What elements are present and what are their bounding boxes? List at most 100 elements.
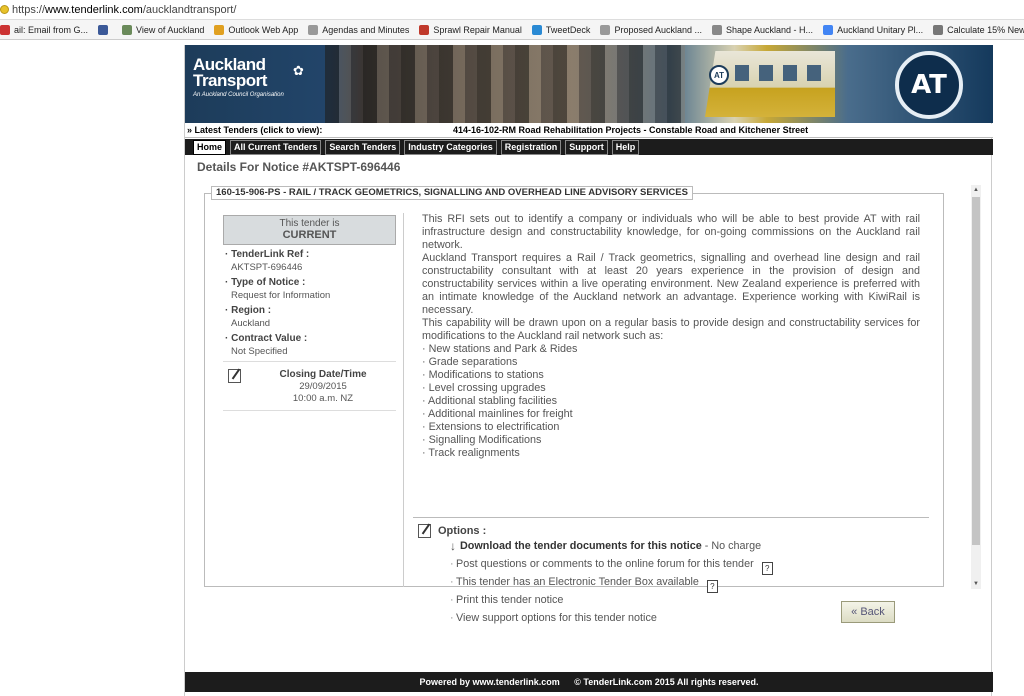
address-bar[interactable]: https://www.tenderlink.com/aucklandtrans…: [0, 0, 1024, 20]
options-divider: [413, 517, 929, 518]
list-item: · Additional stabling facilities: [422, 395, 558, 407]
bookmark-item[interactable]: Outlook Web App: [214, 24, 299, 35]
list-item: · Grade separations: [422, 356, 518, 368]
region-value: Auckland: [231, 318, 271, 329]
tab-industry-categories[interactable]: Industry Categories: [404, 139, 497, 155]
bookmark-label: Auckland Unitary Pl...: [837, 24, 924, 35]
description-paragraph: This RFI sets out to identify a company …: [422, 213, 920, 251]
page-margin: [0, 41, 184, 696]
tab-all-current-tenders[interactable]: All Current Tenders: [230, 139, 322, 155]
document-icon[interactable]: ?: [761, 562, 773, 575]
tab-help[interactable]: Help: [611, 139, 640, 155]
bullet: ·: [450, 594, 454, 606]
bookmark-item[interactable]: Auckland Unitary Pl...: [823, 24, 924, 35]
notice-type: · Type of Notice : Request for Informati…: [223, 277, 398, 301]
support-options-text[interactable]: View support options for this tender not…: [456, 612, 657, 624]
download-documents-link[interactable]: ↓ Download the tender documents for this…: [416, 539, 926, 557]
list-item: · Signalling Modifications: [422, 434, 542, 446]
closing-date-value: 29/09/2015: [299, 381, 347, 392]
forum-link-text[interactable]: Post questions or comments to the online…: [456, 558, 754, 570]
outlook-icon: [214, 24, 225, 35]
bookmark-item[interactable]: View of Auckland: [122, 24, 204, 35]
status-line2: CURRENT: [282, 229, 337, 241]
status-line1: This tender is: [279, 218, 340, 229]
download-link-text[interactable]: Download the tender documents for this n…: [460, 540, 702, 552]
train-window: [735, 65, 749, 81]
train-window: [807, 65, 821, 81]
at-badge-text: AT: [911, 70, 947, 100]
bookmark-item[interactable]: Shape Auckland - H...: [712, 24, 813, 35]
list-item: · Track realignments: [422, 447, 520, 459]
tab-registration[interactable]: Registration: [500, 139, 562, 155]
bookmark-item[interactable]: [98, 24, 112, 35]
scroll-down-icon[interactable]: ▼: [971, 579, 981, 589]
tender-box-link[interactable]: · This tender has an Electronic Tender B…: [416, 575, 926, 593]
list-item: · Level crossing upgrades: [422, 382, 546, 394]
bookmark-item[interactable]: Sprawl Repair Manual: [419, 24, 522, 35]
back-button[interactable]: « Back: [841, 601, 895, 623]
logo-tagline: An Auckland Council Organisation: [193, 92, 284, 98]
header-banner: AT Auckland Transport An Auckland Counci…: [185, 45, 993, 123]
contract-value-label: · Contract Value :: [225, 333, 308, 344]
notepad-icon: [228, 369, 241, 383]
page-icon: [308, 24, 319, 35]
tab-home[interactable]: Home: [193, 139, 227, 155]
bookmark-item[interactable]: ail: Email from G...: [0, 24, 89, 35]
train-window: [783, 65, 797, 81]
footer-powered-by[interactable]: Powered by www.tenderlink.com: [420, 677, 560, 687]
url-text[interactable]: https://www.tenderlink.com/aucklandtrans…: [12, 4, 236, 16]
notepad-icon: [418, 524, 431, 538]
facebook-icon: [98, 24, 109, 35]
tender-description: This RFI sets out to identify a company …: [422, 213, 920, 460]
bookmark-item[interactable]: Calculate 15% New ...: [933, 24, 1024, 35]
auckland-transport-logo[interactable]: Auckland Transport An Auckland Council O…: [193, 56, 323, 107]
tab-support[interactable]: Support: [565, 139, 608, 155]
banner-train-image: [705, 51, 835, 117]
lock-icon: [0, 5, 9, 14]
at-mini-logo: AT: [709, 65, 729, 85]
region: · Region : Auckland: [223, 305, 398, 329]
panel-scrollbar[interactable]: ▲ ▼: [971, 185, 981, 589]
bookmark-label: Proposed Auckland ...: [614, 24, 702, 35]
summary-divider: [223, 410, 396, 411]
bookmark-label: Outlook Web App: [228, 24, 299, 35]
column-divider: [403, 213, 404, 587]
contract-value: · Contract Value : Not Specified: [223, 333, 398, 357]
list-item: · New stations and Park & Rides: [422, 343, 578, 355]
bullet: ·: [450, 576, 454, 588]
bookmark-item[interactable]: Proposed Auckland ...: [600, 24, 702, 35]
download-charge-text: - No charge: [701, 540, 762, 552]
scroll-up-icon[interactable]: ▲: [971, 185, 981, 195]
tender-box-text[interactable]: This tender has an Electronic Tender Box…: [456, 576, 699, 588]
footer: Powered by www.tenderlink.com © TenderLi…: [185, 672, 993, 692]
list-item: · Extensions to electrification: [422, 421, 560, 433]
tweetdeck-icon: [531, 24, 542, 35]
main-nav: Home All Current Tenders Search Tenders …: [185, 139, 993, 155]
scrollbar-thumb[interactable]: [972, 197, 980, 545]
bookmark-label: ail: Email from G...: [14, 24, 89, 35]
ticker-label: » Latest Tenders (click to view):: [187, 125, 323, 135]
options-title: Options :: [438, 525, 487, 537]
notice-type-label: · Type of Notice :: [225, 277, 306, 288]
tenderlink-ref-label: · TenderLink Ref :: [225, 249, 310, 260]
tab-search-tenders[interactable]: Search Tenders: [325, 139, 401, 155]
logo-symbol-icon: ✿: [293, 63, 304, 78]
region-label: · Region :: [225, 305, 272, 316]
contract-value-value: Not Specified: [231, 346, 288, 357]
bookmark-label: Agendas and Minutes: [322, 24, 410, 35]
page-container: AT Auckland Transport An Auckland Counci…: [184, 45, 993, 696]
print-notice-text[interactable]: Print this tender notice: [456, 594, 563, 606]
forum-link[interactable]: · Post questions or comments to the onli…: [416, 557, 926, 575]
bookmark-item[interactable]: Agendas and Minutes: [308, 24, 410, 35]
at-badge-logo: AT: [895, 51, 963, 119]
tender-title: 160-15-906-PS - RAIL / TRACK GEOMETRICS,…: [211, 186, 693, 200]
train-window: [759, 65, 773, 81]
tenderlink-ref-value: AKTSPT-696446: [231, 262, 303, 273]
latest-tenders-ticker: » Latest Tenders (click to view): 414-16…: [185, 124, 993, 138]
ticker-link[interactable]: 414-16-102-RM Road Rehabilitation Projec…: [453, 125, 808, 135]
document-icon[interactable]: ?: [706, 580, 718, 593]
bullet: ·: [450, 612, 454, 624]
description-paragraph: Auckland Transport requires a Rail / Tra…: [422, 252, 920, 316]
mail-icon: [0, 24, 10, 35]
bookmark-item[interactable]: TweetDeck: [531, 24, 590, 35]
